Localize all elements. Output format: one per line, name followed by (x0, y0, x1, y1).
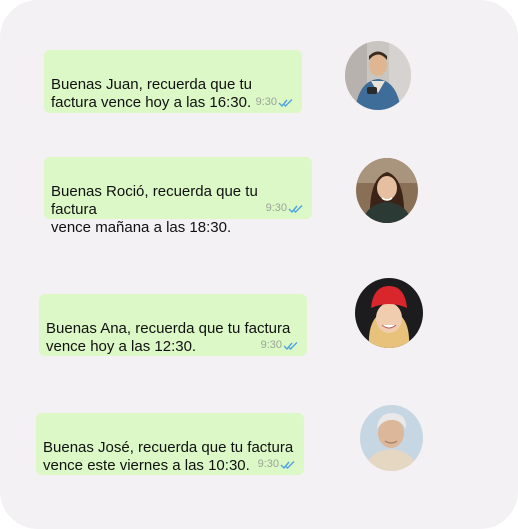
message-bubble[interactable]: Buenas José, recuerda que tu factura ven… (36, 413, 304, 475)
message-time: 9:30 (260, 339, 282, 351)
message-bubble[interactable]: Buenas Ana, recuerda que tu factura venc… (39, 294, 307, 356)
message-meta: 9:30 (256, 97, 294, 108)
message-meta: 9:30 (266, 203, 304, 214)
double-check-icon (283, 341, 298, 350)
older-man-avatar-icon (360, 405, 423, 471)
message-text: Buenas Juan, recuerda que tu factura ven… (51, 76, 252, 111)
double-check-icon (288, 204, 303, 213)
message-bubble[interactable]: Buenas Juan, recuerda que tu factura ven… (44, 50, 302, 113)
double-check-icon (278, 98, 293, 107)
chat-card: Buenas Juan, recuerda que tu factura ven… (0, 0, 518, 529)
message-time: 9:30 (255, 96, 277, 108)
message-bubble[interactable]: Buenas Roció, recuerda que tu factura ve… (44, 157, 312, 236)
message-text: Buenas Ana, recuerda que tu factura venc… (46, 320, 291, 355)
message-text: Buenas José, recuerda que tu factura ven… (43, 439, 294, 474)
message-text: Buenas Roció, recuerda que tu factura ve… (51, 183, 258, 236)
man-avatar-icon (345, 41, 411, 110)
message-time: 9:30 (265, 202, 287, 214)
message-meta: 9:30 (258, 459, 296, 470)
woman-avatar-icon (356, 158, 418, 223)
double-check-icon (280, 460, 295, 469)
woman-red-hat-avatar-icon (355, 278, 423, 348)
message-time: 9:30 (257, 458, 279, 470)
message-meta: 9:30 (261, 340, 299, 351)
